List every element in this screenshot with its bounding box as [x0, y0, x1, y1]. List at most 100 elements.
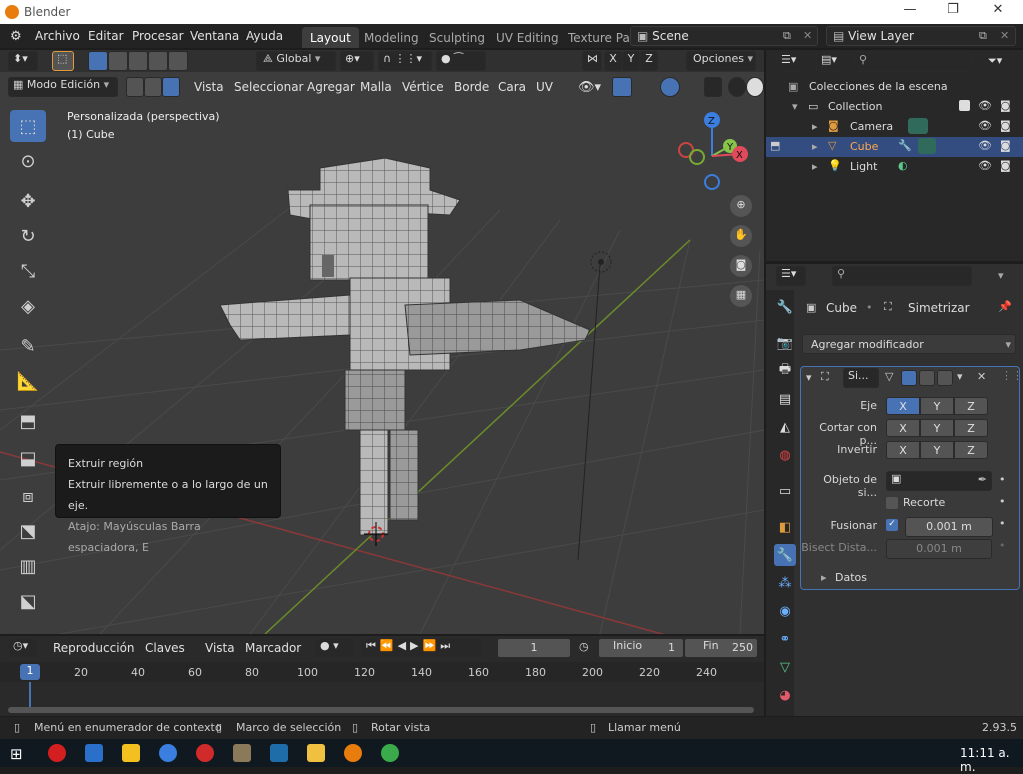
pivot-point-icon[interactable]: ⊕▾ — [340, 51, 374, 71]
mirror-x-toggle[interactable]: X — [604, 51, 622, 71]
sticky-notes-icon[interactable] — [122, 744, 140, 762]
flip-y-toggle[interactable]: Y — [920, 441, 954, 459]
tab-sculpting[interactable]: Sculpting — [421, 27, 493, 48]
pan-hand-icon[interactable]: ✋ — [730, 225, 752, 247]
start-frame-field[interactable]: Inicio 1 — [598, 638, 684, 658]
expand-arrow-icon[interactable]: ▸ — [812, 160, 818, 173]
menu-select[interactable]: Seleccionar — [234, 80, 303, 94]
app-icon[interactable] — [159, 744, 177, 762]
keyframe-dot-icon[interactable]: • — [999, 473, 1006, 486]
select-intersect-icon[interactable] — [168, 51, 188, 71]
drag-handle-icon[interactable]: ⋮⋮ — [1001, 369, 1023, 382]
timeline-editor-type-icon[interactable]: ◷▾ — [8, 638, 38, 658]
menu-file[interactable]: Archivo — [35, 29, 80, 43]
keyframe-dot-icon[interactable]: • — [999, 517, 1006, 530]
chevron-down-icon[interactable]: ▾ — [957, 370, 963, 383]
mirror-icon[interactable]: ⋈ — [582, 51, 602, 71]
world-tab-icon[interactable]: ◍ — [774, 444, 796, 466]
wireframe-shading-icon[interactable] — [728, 77, 746, 97]
pin-icon[interactable]: 📌 — [998, 300, 1012, 313]
measure-tool-icon[interactable]: 📐 — [10, 365, 46, 397]
edit-mode-toggle-icon[interactable]: ▽ — [885, 370, 893, 383]
extrude-region-tool-icon[interactable]: ⬓ — [10, 442, 46, 474]
timeline-menu-marker[interactable]: Marcador — [245, 641, 301, 655]
menu-render[interactable]: Procesar — [132, 29, 184, 43]
modifier-name-field[interactable]: Si... — [843, 368, 879, 388]
particles-tab-icon[interactable]: ⁂ — [774, 572, 796, 594]
opera-icon[interactable] — [48, 744, 66, 762]
vertex-select-icon[interactable] — [126, 77, 144, 97]
perspective-toggle-icon[interactable]: ▦ — [730, 285, 752, 307]
timeline-scrollbar[interactable] — [8, 707, 754, 713]
tab-modeling[interactable]: Modeling — [356, 27, 427, 48]
copy-scene-icon[interactable]: ⧉ — [783, 29, 791, 43]
eyedropper-icon[interactable]: ✒ — [978, 473, 987, 486]
outliner-row-camera[interactable]: ▸ ◙ Camera 👁 ◙ — [766, 117, 1023, 137]
options-dropdown[interactable]: Opciones ▾ — [686, 51, 756, 71]
modifier-tab-icon[interactable]: 🔧 — [774, 544, 796, 566]
eye-icon[interactable]: 👁 — [978, 159, 992, 172]
object-tab-icon[interactable]: ◧ — [774, 516, 796, 538]
flip-x-toggle[interactable]: X — [886, 441, 920, 459]
on-cage-toggle-icon[interactable] — [901, 370, 917, 386]
merge-checkbox[interactable]: ✓ — [886, 519, 898, 531]
menu-edge[interactable]: Borde — [454, 80, 489, 94]
realtime-toggle-icon[interactable] — [919, 370, 935, 386]
select-extend-icon[interactable] — [108, 51, 128, 71]
camera-render-icon[interactable]: ◙ — [1000, 139, 1011, 152]
tab-uv-editing[interactable]: UV Editing — [488, 27, 567, 48]
bisect-z-toggle[interactable]: Z — [954, 419, 988, 437]
bisect-x-toggle[interactable]: X — [886, 419, 920, 437]
camera-render-icon[interactable]: ◙ — [1000, 119, 1011, 132]
snap-icon[interactable]: ∩ ⋮⋮▾ — [378, 51, 432, 71]
remove-modifier-icon[interactable]: ✕ — [977, 370, 986, 383]
scale-tool-icon[interactable]: ⤡ — [10, 255, 46, 287]
expand-arrow-icon[interactable]: ▸ — [812, 120, 818, 133]
outliner-row-light[interactable]: ▸ 💡 Light ◐ 👁 ◙ — [766, 157, 1023, 177]
bisect-y-toggle[interactable]: Y — [920, 419, 954, 437]
annotate-tool-icon[interactable]: ✎ — [10, 330, 46, 362]
xray-toggle-icon[interactable] — [704, 77, 722, 97]
outliner-row-cube[interactable]: ⬒ ▸ ▽ Cube 🔧 👁 ◙ — [766, 137, 1023, 157]
move-tool-icon[interactable]: ✥ — [10, 185, 46, 217]
remove-view-layer-icon[interactable]: ✕ — [1000, 29, 1009, 42]
camera-render-icon[interactable]: ◙ — [1000, 99, 1011, 112]
remove-scene-icon[interactable]: ✕ — [803, 29, 812, 42]
output-tab-icon[interactable]: 🖶 — [774, 360, 796, 382]
outliner-editor-type-icon[interactable]: ☰▾ — [776, 52, 806, 72]
mode-dropdown[interactable]: ▦ Modo Edición ▾ — [8, 77, 118, 97]
timeline-menu-keying[interactable]: Claves — [145, 641, 185, 655]
menu-window[interactable]: Ventana — [190, 29, 239, 43]
blender-taskbar-icon[interactable] — [344, 744, 362, 762]
tab-texture-paint[interactable]: Texture Pa — [560, 27, 638, 48]
constraints-tab-icon[interactable]: ⚭ — [774, 628, 796, 650]
select-subtract-icon[interactable] — [128, 51, 148, 71]
select-invert-icon[interactable] — [148, 51, 168, 71]
zoom-icon[interactable]: ⊕ — [730, 195, 752, 217]
keyframe-dot-icon[interactable]: • — [999, 539, 1006, 552]
tool-tab-icon[interactable]: 🔧 — [774, 296, 796, 318]
material-tab-icon[interactable]: ◕ — [774, 684, 796, 706]
timeline-ruler[interactable]: 1 20 40 60 80 100 120 140 160 180 200 22… — [0, 662, 764, 682]
scene-tab-icon[interactable]: ◭ — [774, 416, 796, 438]
axis-x-toggle[interactable]: X — [886, 397, 920, 415]
menu-help[interactable]: Ayuda — [246, 29, 283, 43]
expand-arrow-icon[interactable]: ▾ — [792, 100, 798, 113]
camera-data-icon[interactable] — [908, 118, 928, 134]
view-layer-name[interactable]: View Layer — [848, 29, 914, 43]
expand-arrow-icon[interactable]: ▸ — [812, 140, 818, 153]
mirror-y-toggle[interactable]: Y — [622, 51, 640, 71]
cursor-tool-icon[interactable]: ⊙ — [10, 145, 46, 177]
keyframe-dot-icon[interactable]: • — [999, 495, 1006, 508]
collapse-arrow-icon[interactable]: ▾ — [806, 371, 812, 384]
tab-layout[interactable]: Layout — [302, 27, 359, 48]
timeline-menu-playback[interactable]: Reproducción — [53, 641, 135, 655]
transform-orientation-dropdown[interactable]: ⟁ Global ▾ — [256, 51, 336, 71]
outliner-row-scene-collection[interactable]: ▣ Colecciones de la escena — [766, 77, 1023, 97]
face-select-icon[interactable] — [162, 77, 180, 97]
end-frame-field[interactable]: Fin 250 — [684, 638, 758, 658]
current-frame-field[interactable]: 1 — [497, 638, 571, 658]
copy-view-layer-icon[interactable]: ⧉ — [979, 29, 987, 43]
camera-view-icon[interactable]: ◙ — [730, 255, 752, 277]
playback-controls[interactable]: ⏮⏪◀▶⏩⏭ — [360, 638, 482, 658]
